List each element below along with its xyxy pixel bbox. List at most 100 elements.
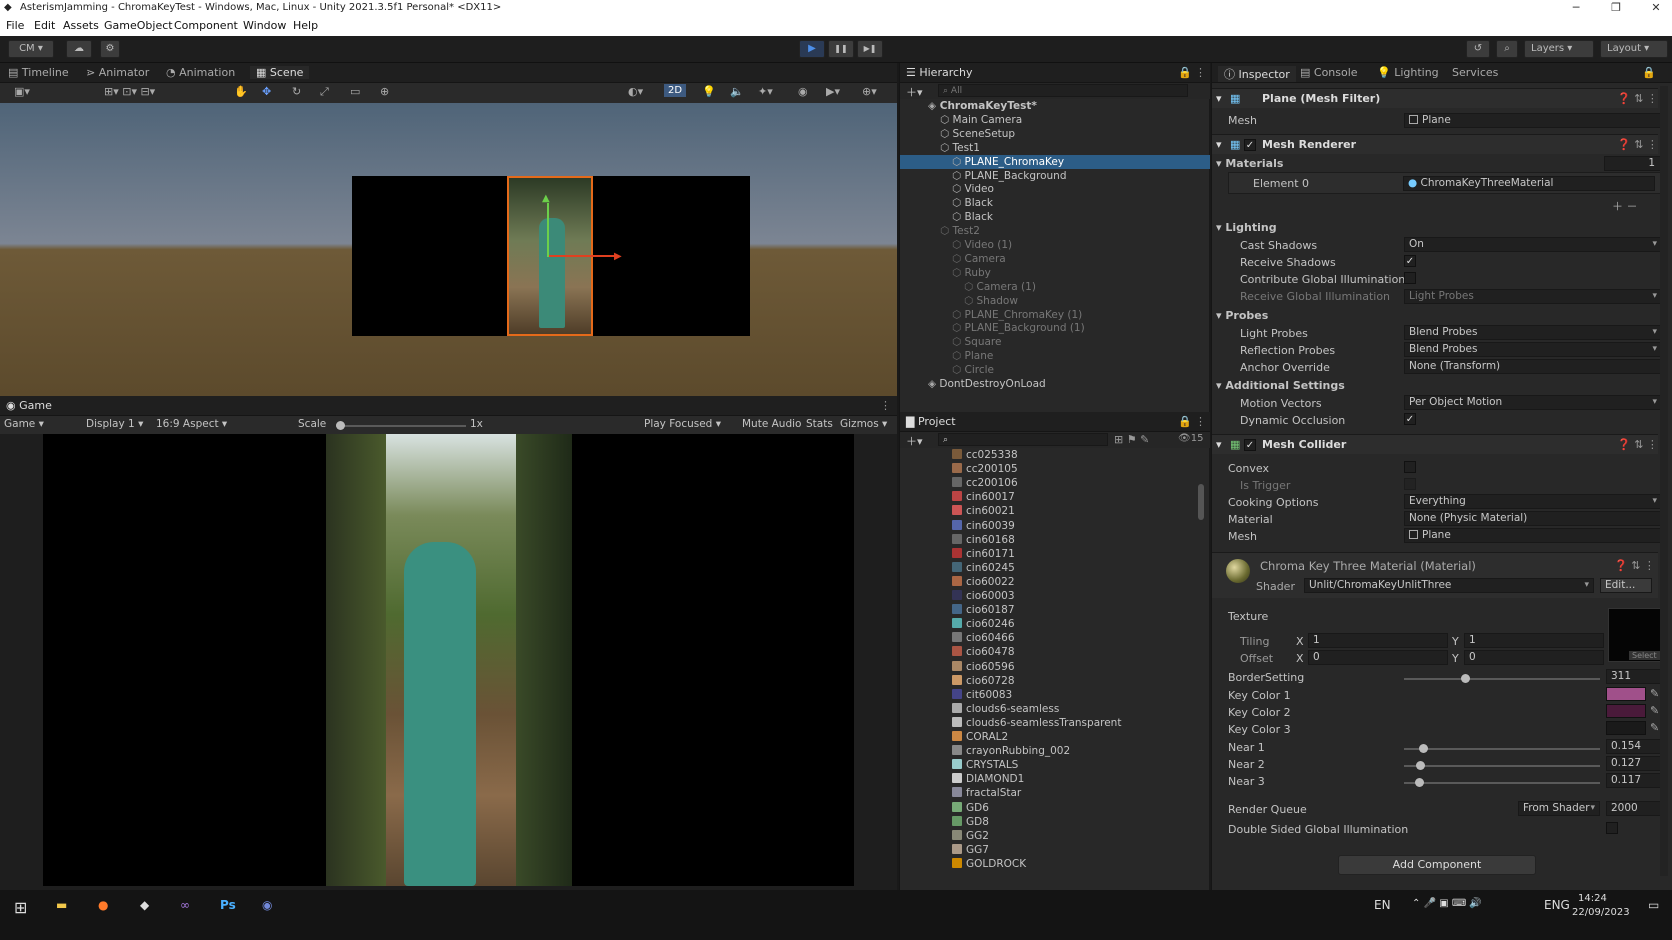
hierarchy-item[interactable]: ⬡ Plane: [900, 349, 1210, 363]
firefox-icon[interactable]: ●: [98, 898, 108, 912]
hierarchy-item[interactable]: ⬡ Video (1): [900, 238, 1210, 252]
hierarchy-item[interactable]: ⬡ Ruby: [900, 266, 1210, 280]
project-scrollbar[interactable]: [1198, 484, 1204, 520]
near-1-knob[interactable]: [1418, 744, 1428, 753]
anchor-override-field[interactable]: None (Transform): [1404, 359, 1662, 374]
key-color-3-swatch[interactable]: [1606, 721, 1646, 735]
history-icon[interactable]: ↺: [1466, 40, 1490, 58]
materials-count-field[interactable]: 1: [1604, 156, 1662, 171]
near-3-field[interactable]: 0.117: [1606, 773, 1662, 788]
shader-dropdown[interactable]: Unlit/ChromaKeyUnlitThree: [1304, 578, 1594, 593]
keyboard-language[interactable]: ENG: [1544, 898, 1570, 912]
project-asset-item[interactable]: cin60171: [952, 547, 1015, 561]
cloud-icon[interactable]: ☁: [66, 40, 92, 58]
hierarchy-search-input[interactable]: ⌕ All: [938, 84, 1188, 97]
tab-game[interactable]: ◉ Game: [6, 399, 52, 412]
probes-foldout[interactable]: ▾ Probes: [1216, 309, 1268, 322]
hierarchy-item[interactable]: ⬡ Video: [900, 182, 1210, 196]
project-asset-item[interactable]: GD6: [952, 801, 989, 815]
tab-scene[interactable]: ▦ Scene: [250, 66, 310, 79]
hidden-objects-icon[interactable]: ◉: [798, 85, 808, 98]
texture-slot[interactable]: Select: [1608, 608, 1662, 662]
file-explorer-icon[interactable]: ▬: [56, 898, 67, 912]
hierarchy-item[interactable]: ⬡ Black: [900, 210, 1210, 224]
mesh-renderer-header[interactable]: ▾ ▦ ✓ Mesh Renderer ❓ ⇅ ⋮: [1212, 134, 1658, 154]
display-dropdown[interactable]: Display 1 ▾: [86, 418, 143, 430]
hierarchy-lock-icon[interactable]: 🔒: [1178, 66, 1192, 79]
draw-mode-icon[interactable]: ▣▾: [14, 85, 30, 98]
rotate-tool-icon[interactable]: ↻: [292, 85, 301, 98]
game-mode-dropdown[interactable]: Game ▾: [4, 418, 44, 430]
project-asset-item[interactable]: cio60478: [952, 645, 1015, 659]
mesh-filter-mesh-field[interactable]: Plane: [1404, 113, 1662, 128]
project-search-input[interactable]: ⌕: [938, 433, 1108, 446]
project-asset-item[interactable]: cio60596: [952, 660, 1015, 674]
key-color-1-picker-icon[interactable]: ✎: [1650, 687, 1659, 700]
cast-shadows-dropdown[interactable]: On: [1404, 237, 1662, 252]
lighting-foldout[interactable]: ▾ Lighting: [1216, 221, 1277, 234]
project-asset-item[interactable]: fractalStar: [952, 786, 1021, 800]
hierarchy-menu-icon[interactable]: ⋮: [1195, 66, 1206, 79]
menu-edit[interactable]: Edit: [34, 19, 55, 32]
project-asset-item[interactable]: CORAL2: [952, 730, 1008, 744]
hierarchy-item[interactable]: ⬡ Test1: [900, 141, 1210, 155]
menu-assets[interactable]: Assets: [63, 19, 99, 32]
border-setting-slider[interactable]: [1404, 674, 1600, 683]
project-asset-item[interactable]: crayonRubbing_002: [952, 744, 1070, 758]
grid-snap-icon[interactable]: ⊞▾ ⊡▾ ⊟▾: [104, 85, 155, 98]
effects-icon[interactable]: ✦▾: [758, 85, 773, 98]
scene-viewport[interactable]: ▶ ▲: [0, 103, 897, 396]
mute-audio-toggle[interactable]: Mute Audio: [742, 418, 801, 430]
language-indicator[interactable]: EN: [1374, 898, 1391, 912]
tab-console[interactable]: ▤ Console: [1300, 66, 1358, 79]
photoshop-icon[interactable]: Ps: [220, 898, 236, 912]
near-3-slider[interactable]: [1404, 778, 1600, 787]
discord-icon[interactable]: ◉: [262, 898, 272, 912]
tab-animation[interactable]: ◔ Animation: [166, 66, 235, 79]
project-asset-item[interactable]: cin60021: [952, 504, 1015, 518]
tab-hierarchy[interactable]: ☰ Hierarchy: [906, 66, 973, 79]
tab-lighting[interactable]: 💡 Lighting: [1377, 66, 1439, 79]
menu-component[interactable]: Component: [174, 19, 238, 32]
move-gizmo-y-axis[interactable]: [547, 203, 549, 257]
hierarchy-item[interactable]: ⬡ PLANE_ChromaKey (1): [900, 308, 1210, 322]
convex-checkbox[interactable]: [1404, 461, 1416, 473]
hierarchy-item[interactable]: ⬡ Test2: [900, 224, 1210, 238]
project-menu-icon[interactable]: ⋮: [1195, 415, 1206, 428]
pause-button[interactable]: ❚❚: [828, 40, 854, 58]
stats-toggle[interactable]: Stats: [806, 418, 833, 430]
project-asset-item[interactable]: cio60728: [952, 674, 1015, 688]
mesh-collider-help-icon[interactable]: ❓ ⇅ ⋮: [1617, 438, 1658, 451]
hierarchy-item[interactable]: ⬡ PLANE_Background: [900, 169, 1210, 183]
hierarchy-item[interactable]: ◈ ChromaKeyTest*: [900, 99, 1210, 113]
offset-y-field[interactable]: 0: [1464, 650, 1604, 665]
reflection-probes-dropdown[interactable]: Blend Probes: [1404, 342, 1662, 357]
minimize-button[interactable]: ─: [1556, 0, 1596, 16]
project-asset-item[interactable]: cio60187: [952, 603, 1015, 617]
transform-tool-icon[interactable]: ⊕: [380, 85, 389, 98]
hierarchy-item[interactable]: ⬡ Black: [900, 196, 1210, 210]
hierarchy-item[interactable]: ⬡ Camera (1): [900, 280, 1210, 294]
move-tool-icon[interactable]: ✥: [262, 85, 271, 98]
play-focused-dropdown[interactable]: Play Focused ▾: [644, 418, 721, 430]
gizmos-dropdown[interactable]: Gizmos ▾: [840, 418, 887, 430]
project-asset-item[interactable]: CRYSTALS: [952, 758, 1018, 772]
scale-tool-icon[interactable]: ⤢: [320, 85, 329, 99]
collider-mesh-field[interactable]: Plane: [1404, 528, 1662, 543]
materials-foldout[interactable]: ▾ Materials: [1216, 157, 1283, 170]
scale-slider-knob[interactable]: [336, 421, 345, 430]
menu-gameobject[interactable]: GameObject: [104, 19, 173, 32]
receive-shadows-checkbox[interactable]: ✓: [1404, 255, 1416, 267]
shader-edit-button[interactable]: Edit...: [1600, 578, 1652, 593]
step-button[interactable]: ▶❚: [857, 40, 883, 58]
visual-studio-icon[interactable]: ∞: [180, 898, 190, 912]
hierarchy-item[interactable]: ⬡ Camera: [900, 252, 1210, 266]
render-queue-field[interactable]: 2000: [1606, 801, 1662, 816]
border-setting-knob[interactable]: [1460, 674, 1470, 683]
key-color-1-swatch[interactable]: [1606, 687, 1646, 701]
layers-dropdown[interactable]: Layers ▾: [1524, 40, 1594, 58]
project-asset-item[interactable]: cio60022: [952, 575, 1015, 589]
tab-animator[interactable]: ⋗ Animator: [86, 66, 149, 79]
project-asset-item[interactable]: DIAMOND1: [952, 772, 1024, 786]
hierarchy-item[interactable]: ⬡ Circle: [900, 363, 1210, 377]
